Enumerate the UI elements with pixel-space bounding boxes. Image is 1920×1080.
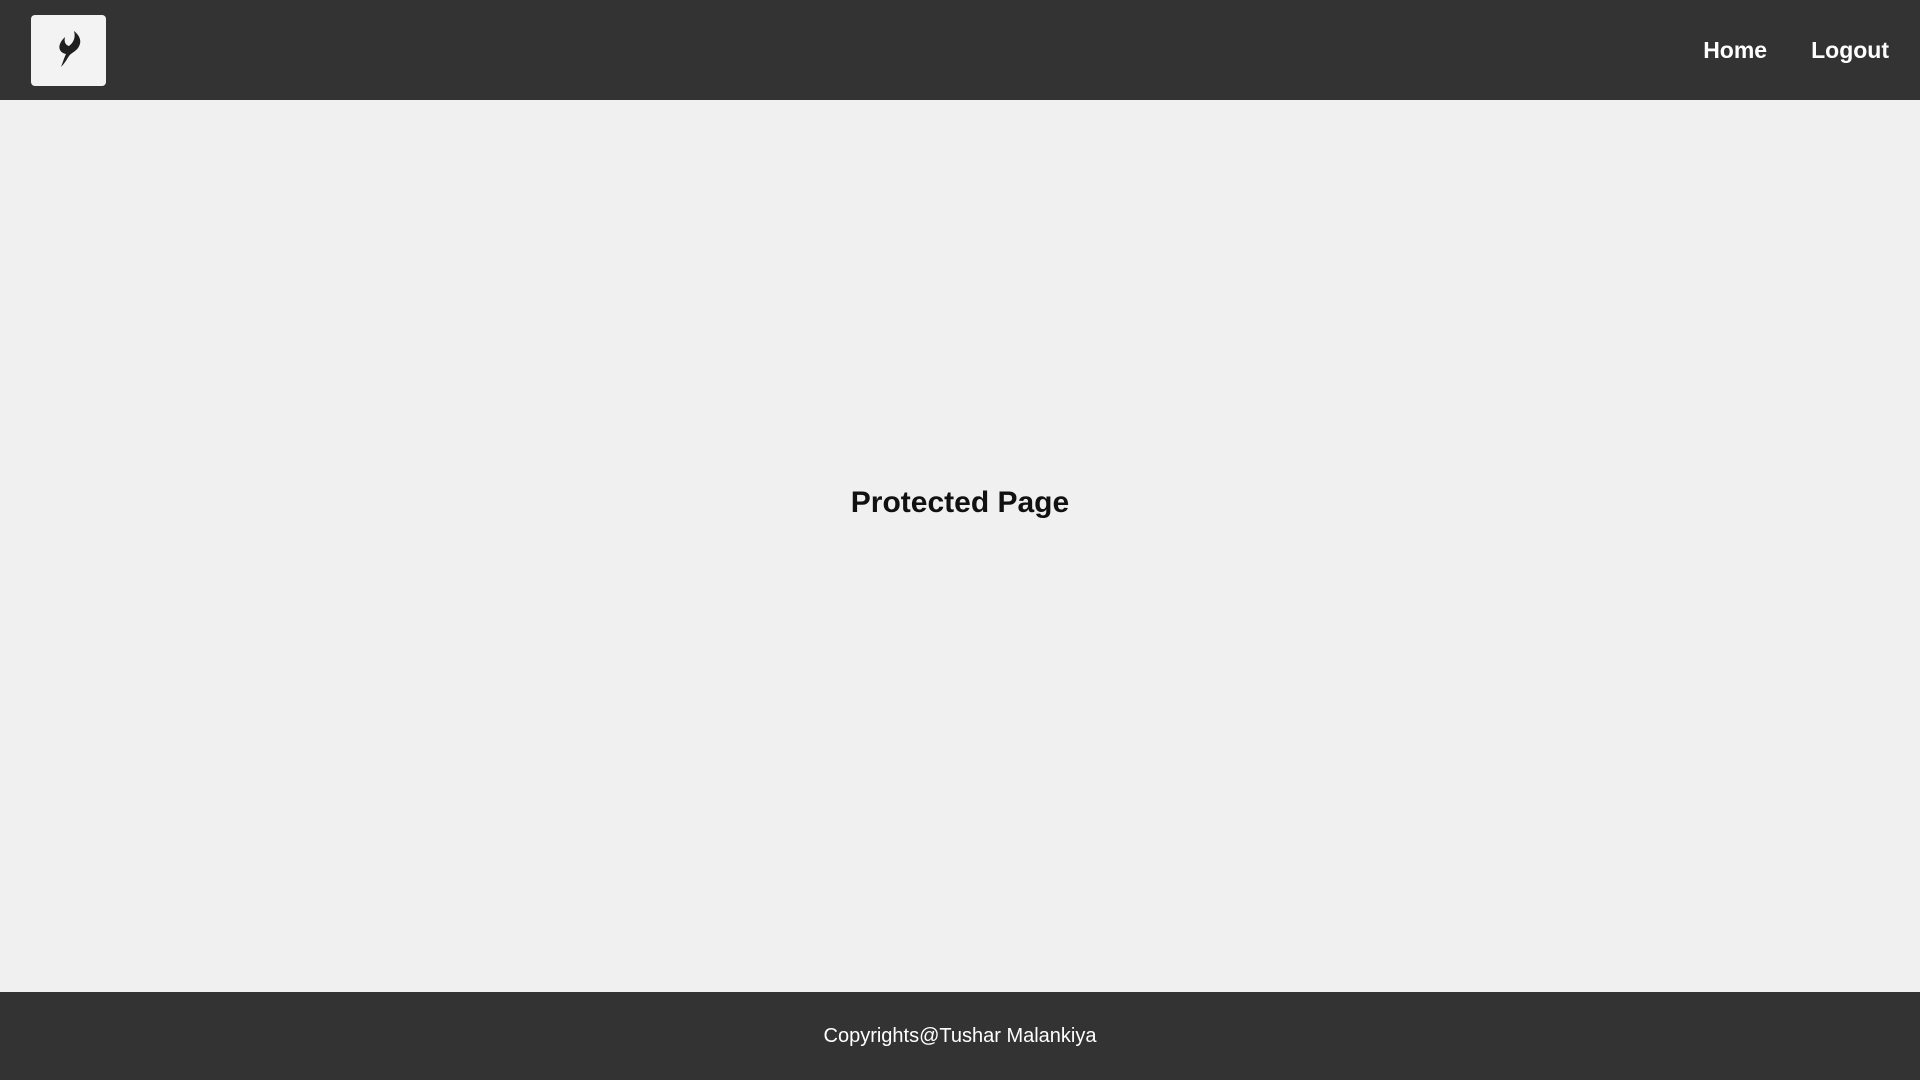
nav-home-link[interactable]: Home: [1703, 37, 1767, 64]
main-nav: Home Logout: [1703, 37, 1889, 64]
main-content: Protected Page: [0, 100, 1920, 992]
footer: Copyrights@Tushar Malankiya: [0, 992, 1920, 1080]
page: Home Logout Protected Page Copyrights@Tu…: [0, 0, 1920, 1080]
logo-button[interactable]: [31, 14, 106, 86]
copyright-text: Copyrights@Tushar Malankiya: [823, 1024, 1097, 1047]
nav-logout-link[interactable]: Logout: [1811, 37, 1889, 64]
flame-logo-icon: [52, 29, 86, 71]
page-title: Protected Page: [850, 486, 1070, 519]
top-navbar: Home Logout: [0, 0, 1920, 100]
